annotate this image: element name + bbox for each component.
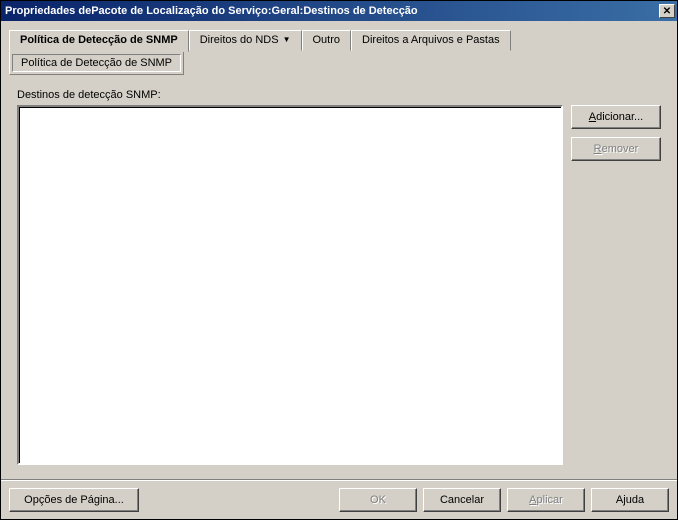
button-label: Adicionar... bbox=[589, 111, 643, 123]
button-label: Aplicar bbox=[529, 494, 563, 506]
chevron-down-icon: ▼ bbox=[283, 36, 291, 44]
button-label: OK bbox=[370, 494, 386, 506]
add-button[interactable]: Adicionar... bbox=[571, 105, 661, 129]
tab-label: Direitos do NDS bbox=[200, 34, 279, 46]
remove-button[interactable]: Remover bbox=[571, 137, 661, 161]
content-area: Política de Detecção de SNMP Direitos do… bbox=[1, 21, 677, 473]
close-icon: ✕ bbox=[663, 6, 671, 17]
close-button[interactable]: ✕ bbox=[659, 4, 675, 18]
tabs-row: Política de Detecção de SNMP Direitos do… bbox=[9, 29, 669, 51]
subtabs-row: Política de Detecção de SNMP bbox=[9, 51, 184, 75]
bottom-bar: Opções de Página... OK Cancelar Aplicar … bbox=[1, 479, 677, 519]
subtab-snmp-policy[interactable]: Política de Detecção de SNMP bbox=[12, 54, 181, 72]
main-panel: Destinos de detecção SNMP: Adicionar... … bbox=[9, 75, 669, 473]
tab-label: Direitos a Arquivos e Pastas bbox=[362, 34, 500, 46]
page-options-button[interactable]: Opções de Página... bbox=[9, 488, 139, 512]
snmp-targets-listbox[interactable] bbox=[17, 105, 563, 465]
list-row: Adicionar... Remover bbox=[17, 105, 661, 465]
titlebar-buttons: ✕ bbox=[657, 4, 677, 18]
tab-label: Outro bbox=[313, 34, 341, 46]
tab-label: Política de Detecção de SNMP bbox=[20, 34, 178, 46]
window-title: Propriedades dePacote de Localização do … bbox=[5, 5, 418, 17]
button-label: Remover bbox=[594, 143, 639, 155]
apply-button[interactable]: Aplicar bbox=[507, 488, 585, 512]
button-label: Ajuda bbox=[616, 494, 644, 506]
bottom-left: Opções de Página... bbox=[9, 488, 139, 512]
tab-other[interactable]: Outro bbox=[302, 30, 352, 51]
ok-button[interactable]: OK bbox=[339, 488, 417, 512]
button-label: Cancelar bbox=[440, 494, 484, 506]
tab-snmp-policy[interactable]: Política de Detecção de SNMP bbox=[9, 30, 189, 52]
cancel-button[interactable]: Cancelar bbox=[423, 488, 501, 512]
list-label: Destinos de detecção SNMP: bbox=[17, 89, 661, 101]
dialog-window: Propriedades dePacote de Localização do … bbox=[0, 0, 678, 520]
subtab-label: Política de Detecção de SNMP bbox=[21, 57, 172, 69]
side-buttons: Adicionar... Remover bbox=[571, 105, 661, 465]
titlebar: Propriedades dePacote de Localização do … bbox=[1, 1, 677, 21]
help-button[interactable]: Ajuda bbox=[591, 488, 669, 512]
tab-file-folder-rights[interactable]: Direitos a Arquivos e Pastas bbox=[351, 30, 511, 51]
bottom-right: OK Cancelar Aplicar Ajuda bbox=[339, 488, 669, 512]
tab-nds-rights[interactable]: Direitos do NDS ▼ bbox=[189, 30, 302, 51]
button-label: Opções de Página... bbox=[24, 494, 124, 506]
